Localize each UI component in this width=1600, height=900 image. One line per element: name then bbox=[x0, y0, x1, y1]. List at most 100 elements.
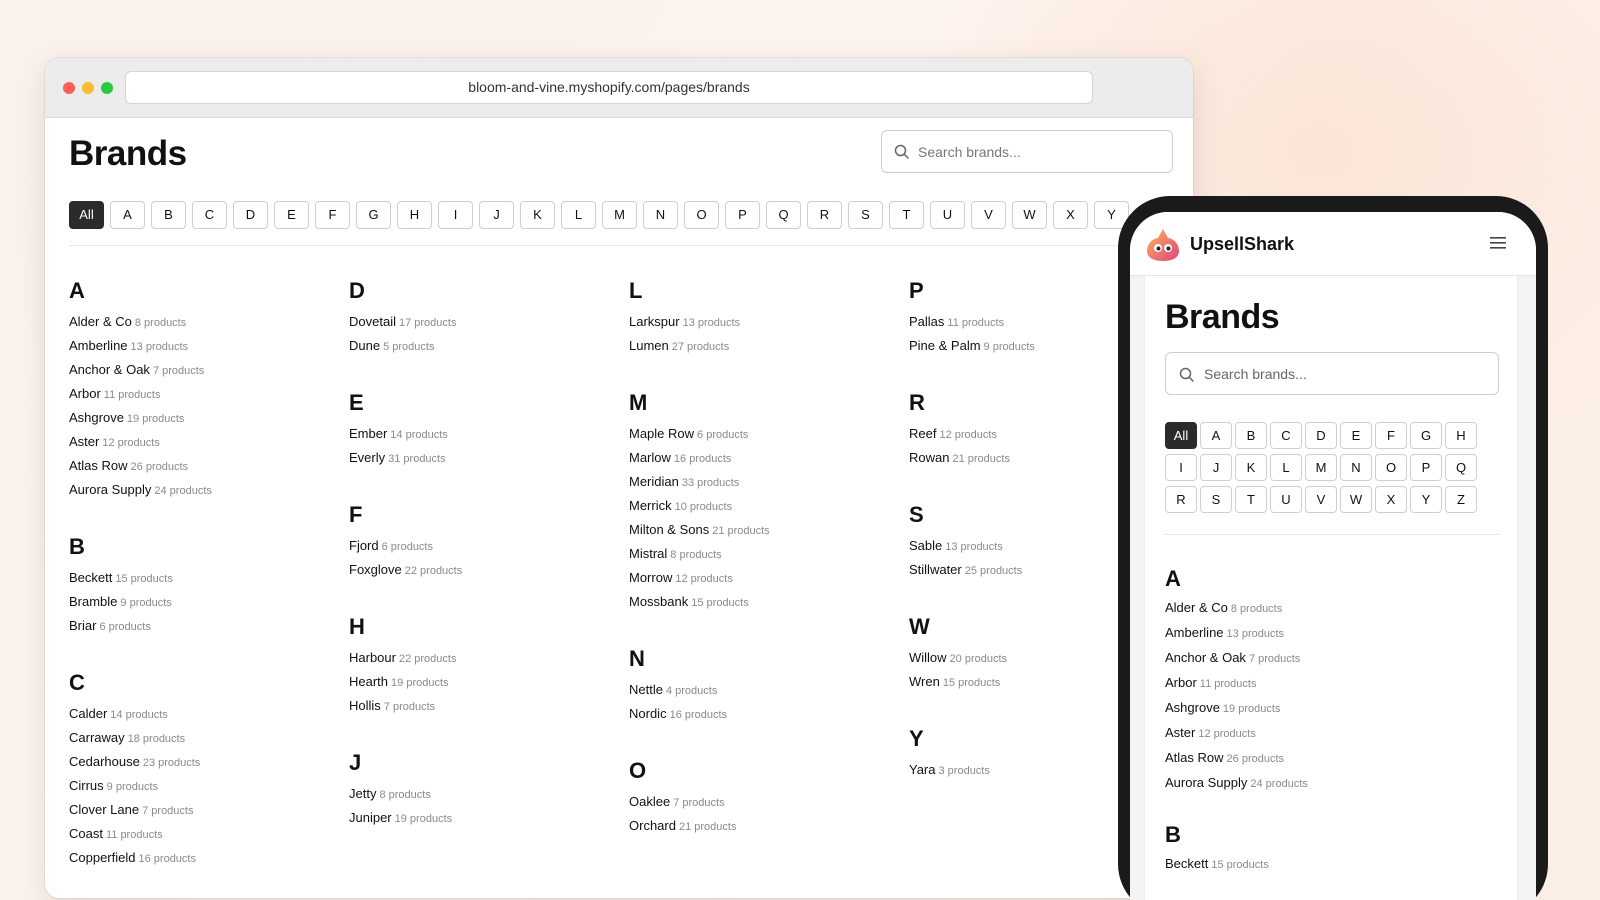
brand-name[interactable]: Orchard bbox=[629, 818, 676, 833]
brand-item[interactable]: Clover Lane 7 products bbox=[69, 802, 339, 826]
brand-name[interactable]: Lumen bbox=[629, 338, 669, 353]
brand-search[interactable] bbox=[1165, 352, 1499, 395]
letter-button-r[interactable]: R bbox=[807, 201, 842, 229]
brand-item[interactable]: Briar 6 products bbox=[69, 618, 339, 642]
letter-button-u[interactable]: U bbox=[1270, 486, 1302, 513]
brand-name[interactable]: Mossbank bbox=[629, 594, 688, 609]
letter-button-n[interactable]: N bbox=[643, 201, 678, 229]
letter-button-h[interactable]: H bbox=[397, 201, 432, 229]
brand-name[interactable]: Ashgrove bbox=[1165, 700, 1220, 715]
brand-name[interactable]: Anchor & Oak bbox=[1165, 650, 1246, 665]
brand-item[interactable]: Marlow 16 products bbox=[629, 450, 899, 474]
brand-name[interactable]: Rowan bbox=[909, 450, 949, 465]
brand-item[interactable]: Atlas Row 26 products bbox=[69, 458, 339, 482]
letter-button-e[interactable]: E bbox=[1340, 422, 1372, 449]
brand-item[interactable]: Mistral 8 products bbox=[629, 546, 899, 570]
brand-name[interactable]: Aurora Supply bbox=[1165, 775, 1247, 790]
brand-item[interactable]: Merrick 10 products bbox=[629, 498, 899, 522]
brand-item[interactable]: Beckett 15 products bbox=[69, 570, 339, 594]
brand-name[interactable]: Pine & Palm bbox=[909, 338, 981, 353]
brand-item[interactable]: Dune 5 products bbox=[349, 338, 619, 362]
brand-item[interactable]: Juniper 19 products bbox=[349, 810, 619, 834]
letter-button-c[interactable]: C bbox=[192, 201, 227, 229]
brand-item[interactable]: Cirrus 9 products bbox=[69, 778, 339, 802]
letter-button-d[interactable]: D bbox=[1305, 422, 1337, 449]
letter-button-m[interactable]: M bbox=[602, 201, 637, 229]
letter-button-t[interactable]: T bbox=[1235, 486, 1267, 513]
brand-item[interactable]: Meridian 33 products bbox=[629, 474, 899, 498]
letter-button-p[interactable]: P bbox=[1410, 454, 1442, 481]
letter-button-s[interactable]: S bbox=[848, 201, 883, 229]
brand-name[interactable]: Coast bbox=[69, 826, 103, 841]
letter-button-k[interactable]: K bbox=[1235, 454, 1267, 481]
letter-button-a[interactable]: A bbox=[110, 201, 145, 229]
letter-button-o[interactable]: O bbox=[1375, 454, 1407, 481]
brand-name[interactable]: Aster bbox=[69, 434, 99, 449]
brand-name[interactable]: Yara bbox=[909, 762, 936, 777]
brand-name[interactable]: Aurora Supply bbox=[69, 482, 151, 497]
letter-button-c[interactable]: C bbox=[1270, 422, 1302, 449]
brand-search[interactable] bbox=[881, 130, 1173, 173]
letter-button-i[interactable]: I bbox=[1165, 454, 1197, 481]
letter-button-t[interactable]: T bbox=[889, 201, 924, 229]
brand-item[interactable]: Ember 14 products bbox=[349, 426, 619, 450]
letter-button-p[interactable]: P bbox=[725, 201, 760, 229]
search-input[interactable] bbox=[918, 131, 1158, 172]
brand-item[interactable]: Maple Row 6 products bbox=[629, 426, 899, 450]
brand-item[interactable]: Nordic 16 products bbox=[629, 706, 899, 730]
brand-name[interactable]: Nettle bbox=[629, 682, 663, 697]
brand-item[interactable]: Foxglove 22 products bbox=[349, 562, 619, 586]
brand-item[interactable]: Mossbank 15 products bbox=[629, 594, 899, 618]
brand-item[interactable]: Everly 31 products bbox=[349, 450, 619, 474]
brand-name[interactable]: Willow bbox=[909, 650, 947, 665]
brand-item[interactable]: Morrow 12 products bbox=[629, 570, 899, 594]
brand-name[interactable]: Beckett bbox=[1165, 856, 1208, 871]
letter-button-o[interactable]: O bbox=[684, 201, 719, 229]
letter-button-f[interactable]: F bbox=[315, 201, 350, 229]
letter-button-x[interactable]: X bbox=[1375, 486, 1407, 513]
brand-name[interactable]: Morrow bbox=[629, 570, 672, 585]
brand-name[interactable]: Oaklee bbox=[629, 794, 670, 809]
brand-item[interactable]: Harbour 22 products bbox=[349, 650, 619, 674]
letter-button-j[interactable]: J bbox=[1200, 454, 1232, 481]
brand-item[interactable]: Copperfield 16 products bbox=[69, 850, 339, 874]
brand-name[interactable]: Foxglove bbox=[349, 562, 402, 577]
letter-button-x[interactable]: X bbox=[1053, 201, 1088, 229]
brand-item[interactable]: Arbor 11 products bbox=[69, 386, 339, 410]
letter-button-z[interactable]: Z bbox=[1445, 486, 1477, 513]
brand-name[interactable]: Copperfield bbox=[69, 850, 136, 865]
brand-name[interactable]: Hollis bbox=[349, 698, 381, 713]
brand-name[interactable]: Amberline bbox=[1165, 625, 1224, 640]
brand-item[interactable]: Amberline 13 products bbox=[69, 338, 339, 362]
letter-button-q[interactable]: Q bbox=[766, 201, 801, 229]
brand-name[interactable]: Carraway bbox=[69, 730, 125, 745]
brand-name[interactable]: Sable bbox=[909, 538, 942, 553]
brand-item[interactable]: Coast 11 products bbox=[69, 826, 339, 850]
brand-name[interactable]: Atlas Row bbox=[69, 458, 128, 473]
letter-button-h[interactable]: H bbox=[1445, 422, 1477, 449]
brand-name[interactable]: Anchor & Oak bbox=[69, 362, 150, 377]
brand-item[interactable]: Alder & Co 8 products bbox=[69, 314, 339, 338]
letter-button-v[interactable]: V bbox=[971, 201, 1006, 229]
brand-name[interactable]: Merrick bbox=[629, 498, 672, 513]
brand-name[interactable]: Amberline bbox=[69, 338, 128, 353]
brand-item[interactable]: Aurora Supply 24 products bbox=[1165, 775, 1499, 800]
letter-button-m[interactable]: M bbox=[1305, 454, 1337, 481]
brand-name[interactable]: Cirrus bbox=[69, 778, 104, 793]
brand-name[interactable]: Briar bbox=[69, 618, 96, 633]
brand-item[interactable]: Bramble 9 products bbox=[69, 594, 339, 618]
address-bar[interactable]: bloom-and-vine.myshopify.com/pages/brand… bbox=[125, 71, 1093, 104]
brand-item[interactable]: Arbor 11 products bbox=[1165, 675, 1499, 700]
brand-name[interactable]: Ashgrove bbox=[69, 410, 124, 425]
brand-name[interactable]: Marlow bbox=[629, 450, 671, 465]
brand-name[interactable]: Beckett bbox=[69, 570, 112, 585]
letter-button-a[interactable]: A bbox=[1200, 422, 1232, 449]
brand-item[interactable]: Anchor & Oak 7 products bbox=[69, 362, 339, 386]
letter-button-w[interactable]: W bbox=[1012, 201, 1047, 229]
brand-name[interactable]: Wren bbox=[909, 674, 940, 689]
brand-name[interactable]: Maple Row bbox=[629, 426, 694, 441]
letter-button-b[interactable]: B bbox=[151, 201, 186, 229]
letter-button-k[interactable]: K bbox=[520, 201, 555, 229]
letter-button-w[interactable]: W bbox=[1340, 486, 1372, 513]
brand-name[interactable]: Ember bbox=[349, 426, 387, 441]
